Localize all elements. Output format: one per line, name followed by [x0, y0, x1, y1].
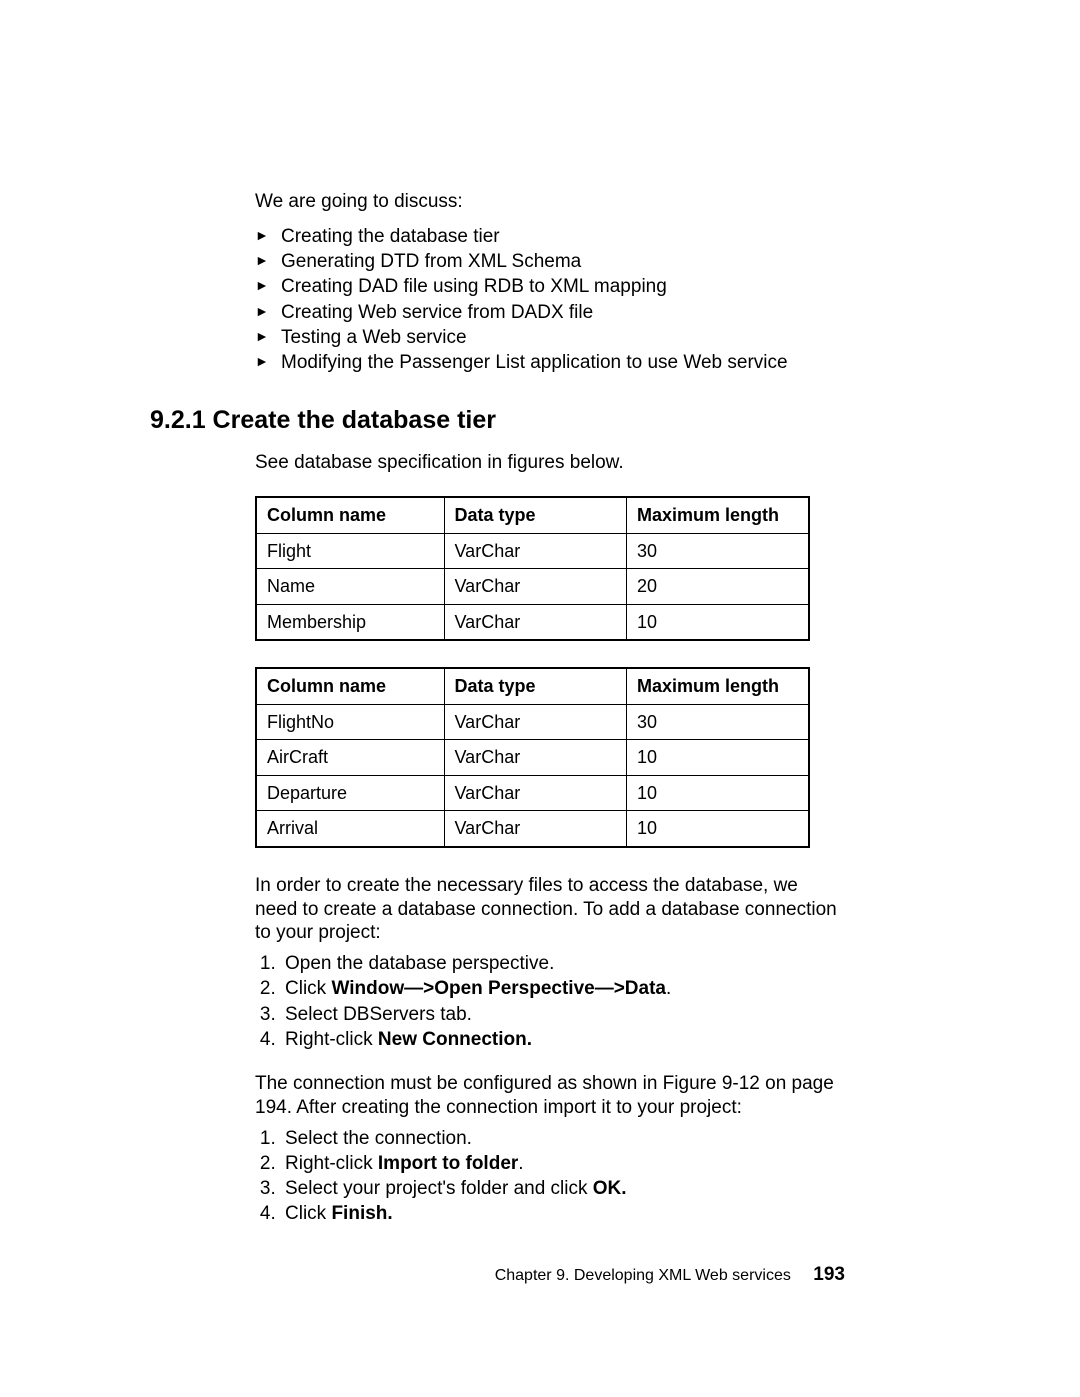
step-text: Click: [285, 1203, 331, 1224]
bullet-item: Testing a Web service: [255, 325, 845, 350]
table-row: Departure VarChar 10: [256, 775, 809, 811]
step-item: Select your project's folder and click O…: [281, 1176, 845, 1201]
footer-chapter: Chapter 9. Developing XML Web services: [495, 1267, 791, 1284]
step-text: Open the database perspective.: [285, 953, 554, 974]
steps-create-connection: Open the database perspective. Click Win…: [255, 951, 845, 1052]
th-data-type: Data type: [444, 497, 627, 533]
step-bold: OK.: [593, 1178, 627, 1199]
step-item: Right-click New Connection.: [281, 1027, 845, 1052]
cell-type: VarChar: [444, 775, 627, 811]
table-row: Name VarChar 20: [256, 569, 809, 605]
step-text: Select your project's folder and click: [285, 1178, 593, 1199]
step-text: Right-click: [285, 1029, 378, 1050]
cell-name: FlightNo: [256, 704, 444, 740]
discuss-bullets: Creating the database tier Generating DT…: [255, 224, 845, 376]
section-heading: 9.2.1 Create the database tier: [150, 405, 845, 436]
bullet-item: Creating DAD file using RDB to XML mappi…: [255, 274, 845, 299]
cell-name: AirCraft: [256, 740, 444, 776]
th-column-name: Column name: [256, 497, 444, 533]
cell-type: VarChar: [444, 704, 627, 740]
page: We are going to discuss: Creating the da…: [0, 0, 1080, 1397]
bullet-item: Generating DTD from XML Schema: [255, 249, 845, 274]
footer-page-number: 193: [813, 1264, 845, 1285]
step-item: Click Finish.: [281, 1201, 845, 1226]
th-max-length: Maximum length: [627, 668, 809, 704]
step-item: Select DBServers tab.: [281, 1002, 845, 1027]
cell-len: 10: [627, 811, 809, 847]
cell-type: VarChar: [444, 569, 627, 605]
th-column-name: Column name: [256, 668, 444, 704]
table-header-row: Column name Data type Maximum length: [256, 497, 809, 533]
table-row: FlightNo VarChar 30: [256, 704, 809, 740]
para-import-connection: The connection must be configured as sho…: [255, 1072, 845, 1120]
bullet-item: Creating the database tier: [255, 224, 845, 249]
bullet-item: Creating Web service from DADX file: [255, 300, 845, 325]
step-text: .: [518, 1153, 523, 1174]
step-item: Open the database perspective.: [281, 951, 845, 976]
table-header-row: Column name Data type Maximum length: [256, 668, 809, 704]
table-flight: Column name Data type Maximum length Fli…: [255, 667, 810, 848]
step-text: Select DBServers tab.: [285, 1004, 472, 1025]
cell-len: 10: [627, 740, 809, 776]
cell-type: VarChar: [444, 740, 627, 776]
table-passenger: Column name Data type Maximum length Fli…: [255, 496, 810, 641]
section-body: See database specification in figures be…: [255, 451, 845, 1227]
cell-len: 10: [627, 604, 809, 640]
step-item: Select the connection.: [281, 1126, 845, 1151]
step-item: Click Window—>Open Perspective—>Data.: [281, 976, 845, 1001]
cell-len: 10: [627, 775, 809, 811]
step-bold: Window—>Open Perspective—>Data: [331, 978, 666, 999]
step-bold: New Connection.: [378, 1029, 532, 1050]
table-row: AirCraft VarChar 10: [256, 740, 809, 776]
th-max-length: Maximum length: [627, 497, 809, 533]
cell-name: Membership: [256, 604, 444, 640]
cell-name: Arrival: [256, 811, 444, 847]
cell-len: 20: [627, 569, 809, 605]
step-bold: Import to folder: [378, 1153, 518, 1174]
cell-len: 30: [627, 533, 809, 569]
para-create-connection: In order to create the necessary files t…: [255, 874, 845, 945]
intro-text: We are going to discuss:: [255, 190, 845, 214]
cell-type: VarChar: [444, 533, 627, 569]
step-bold: Finish.: [331, 1203, 392, 1224]
cell-name: Name: [256, 569, 444, 605]
cell-type: VarChar: [444, 604, 627, 640]
steps-import-connection: Select the connection. Right-click Impor…: [255, 1126, 845, 1227]
step-text: Right-click: [285, 1153, 378, 1174]
page-footer: Chapter 9. Developing XML Web services 1…: [495, 1263, 845, 1287]
table-row: Membership VarChar 10: [256, 604, 809, 640]
step-item: Right-click Import to folder.: [281, 1151, 845, 1176]
th-data-type: Data type: [444, 668, 627, 704]
step-text: Click: [285, 978, 331, 999]
intro-block: We are going to discuss: Creating the da…: [255, 190, 845, 375]
spec-intro: See database specification in figures be…: [255, 451, 845, 475]
cell-type: VarChar: [444, 811, 627, 847]
cell-name: Flight: [256, 533, 444, 569]
cell-name: Departure: [256, 775, 444, 811]
bullet-item: Modifying the Passenger List application…: [255, 350, 845, 375]
step-text: Select the connection.: [285, 1128, 472, 1149]
step-text: .: [666, 978, 671, 999]
table-row: Arrival VarChar 10: [256, 811, 809, 847]
table-row: Flight VarChar 30: [256, 533, 809, 569]
cell-len: 30: [627, 704, 809, 740]
